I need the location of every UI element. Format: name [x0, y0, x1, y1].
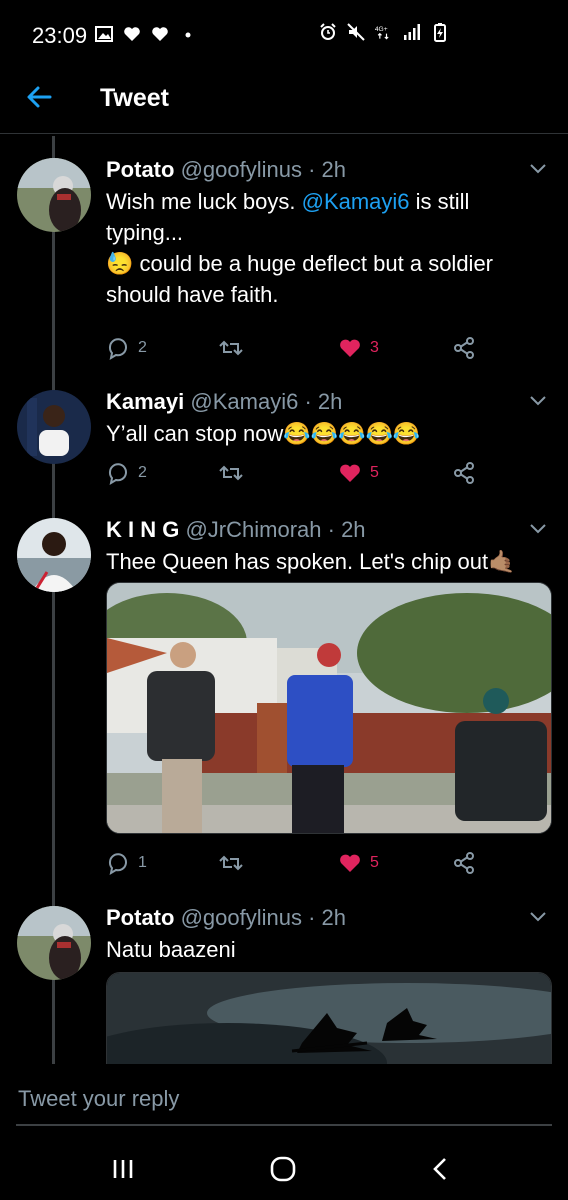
reply-input[interactable]: Tweet your reply [18, 1086, 179, 1112]
retweet-button[interactable] [218, 460, 244, 486]
chevron-down-icon[interactable] [528, 522, 548, 536]
like-button[interactable]: 5 [338, 460, 379, 486]
alarm-icon [320, 23, 336, 40]
back-icon[interactable] [426, 1154, 456, 1184]
status-bar: 23:09 4G+ [0, 0, 568, 66]
svg-text:4G+: 4G+ [375, 26, 388, 33]
downcast-face-emoji: 😓 [106, 251, 134, 276]
tweet-text: Wish me luck boys. @Kamayi6 is still typ… [106, 189, 494, 307]
chevron-down-icon[interactable] [528, 910, 548, 924]
mute-icon [347, 23, 365, 41]
reply-count: 2 [138, 339, 147, 356]
author-handle[interactable]: @goofylinus [181, 905, 302, 930]
like-count: 5 [370, 854, 379, 871]
reply-count: 1 [138, 854, 147, 871]
mention-link[interactable]: @Kamayi6 [302, 189, 410, 214]
reply-icon [108, 463, 127, 485]
retweet-icon [219, 855, 243, 871]
heart-filled-icon [340, 854, 360, 872]
share-button[interactable] [452, 335, 476, 361]
reply-button[interactable]: 2 [106, 460, 147, 486]
retweet-button[interactable] [218, 850, 244, 876]
share-button[interactable] [452, 460, 476, 486]
share-button[interactable] [452, 850, 476, 876]
avatar[interactable] [17, 906, 91, 980]
status-time: 23:09 [32, 23, 88, 48]
author-handle[interactable]: @Kamayi6 [190, 389, 298, 414]
divider [16, 1124, 552, 1126]
chevron-down-icon[interactable] [528, 394, 548, 408]
avatar[interactable] [17, 518, 91, 592]
4g-icon: 4G+ [375, 26, 389, 40]
share-icon [454, 852, 474, 874]
tweet-text: Y’all can stop now😂😂😂😂😂 [106, 421, 421, 446]
tweet[interactable]: Potato @goofylinus · 2h Natu baazeni [0, 898, 568, 1064]
heart-icon [152, 27, 168, 41]
reply-button[interactable]: 1 [106, 850, 147, 876]
tweet-text: Natu baazeni [106, 937, 236, 962]
tweet[interactable]: Kamayi @Kamayi6 · 2h Y’all can stop now😂… [0, 382, 568, 512]
page-title: Tweet [100, 84, 169, 112]
reply-button[interactable]: 2 [106, 335, 147, 361]
author-name[interactable]: Potato [106, 157, 174, 182]
like-count: 5 [370, 464, 379, 481]
gallery-icon [95, 26, 113, 42]
home-icon[interactable] [268, 1154, 298, 1184]
author-handle[interactable]: @goofylinus [181, 157, 302, 182]
share-icon [454, 337, 474, 359]
tweet-text: Thee Queen has spoken. Let's chip out🤙🏽 [106, 549, 516, 574]
author-name[interactable]: Potato [106, 905, 174, 930]
tweet-photo[interactable] [106, 582, 552, 834]
reply-composer: Tweet your reply [0, 1064, 568, 1136]
retweet-button[interactable] [218, 335, 244, 361]
reply-icon [108, 853, 127, 875]
author-name[interactable]: Kamayi [106, 389, 184, 414]
recent-apps-icon[interactable] [108, 1154, 138, 1184]
like-count: 3 [370, 339, 379, 356]
retweet-icon [219, 340, 243, 356]
system-nav-bar [0, 1136, 568, 1200]
tweet[interactable]: K I N G @JrChimorah · 2h Thee Queen has … [0, 510, 568, 890]
avatar[interactable] [17, 390, 91, 464]
reply-icon [108, 338, 127, 360]
tweet[interactable]: Potato @goofylinus · 2h Wish me luck boy… [0, 150, 568, 378]
top-app-bar: Tweet [0, 66, 568, 134]
tweet-time: · 2h [308, 905, 347, 930]
tweet-photo[interactable] [106, 972, 552, 1064]
author-handle[interactable]: @JrChimorah [185, 517, 321, 542]
back-arrow-icon[interactable] [22, 80, 56, 114]
battery-icon [434, 23, 446, 42]
heart-filled-icon [340, 464, 360, 482]
heart-filled-icon [340, 339, 360, 357]
avatar[interactable] [17, 158, 91, 232]
author-name[interactable]: K I N G [106, 517, 179, 542]
tweet-time: · 2h [327, 517, 366, 542]
chevron-down-icon[interactable] [528, 162, 548, 176]
tweet-time: · 2h [308, 157, 347, 182]
retweet-icon [219, 465, 243, 481]
dot-icon [185, 32, 191, 38]
signal-icon [404, 24, 420, 40]
reply-count: 2 [138, 464, 147, 481]
heart-icon [124, 27, 140, 41]
like-button[interactable]: 3 [338, 335, 379, 361]
share-icon [454, 462, 474, 484]
tweet-time: · 2h [304, 389, 343, 414]
like-button[interactable]: 5 [338, 850, 379, 876]
